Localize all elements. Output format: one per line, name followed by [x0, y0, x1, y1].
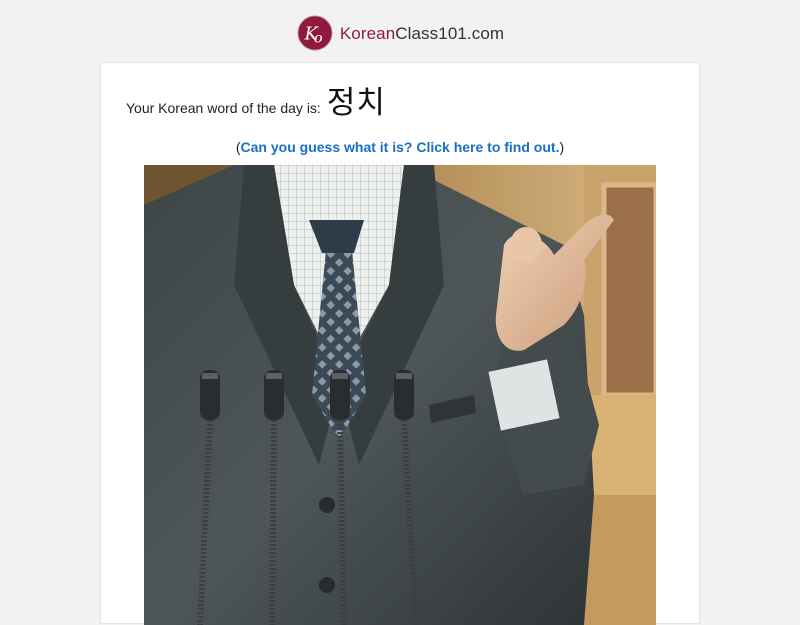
politician-speaking-at-microphones-photo — [144, 165, 656, 625]
word-of-day-korean-word: 정치 — [326, 85, 386, 121]
brand-name-korean: Korean — [339, 23, 396, 43]
brand-name-rest: Class101.com — [395, 23, 505, 43]
site-header: K o KoreanClass101.com — [0, 0, 800, 62]
find-out-link[interactable]: Can you guess what it is? Click here to … — [241, 139, 560, 155]
word-of-the-day-card: Your Korean word of the day is: 정치 (Can … — [100, 62, 700, 625]
word-of-day-label: Your Korean word of the day is: — [126, 100, 321, 116]
guess-prompt: (Can you guess what it is? Click here to… — [101, 139, 699, 155]
word-illustration-photo[interactable] — [144, 165, 656, 625]
brand-name[interactable]: KoreanClass101.com — [340, 24, 504, 44]
word-of-day-line: Your Korean word of the day is: 정치 — [126, 77, 386, 122]
svg-text:o: o — [314, 31, 323, 47]
guess-close-paren: ) — [559, 139, 565, 155]
koreanclass101-logo-icon[interactable]: K o — [296, 14, 334, 52]
